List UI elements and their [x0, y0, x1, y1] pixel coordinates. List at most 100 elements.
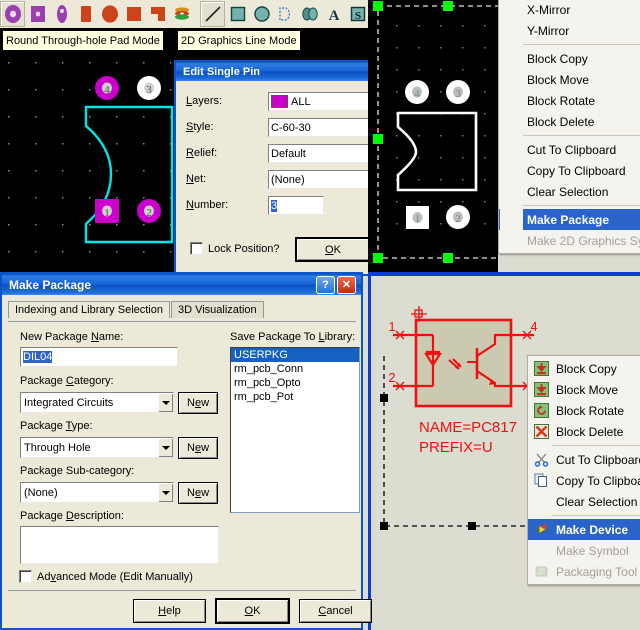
square-through-hole-pad-mode-button[interactable]	[26, 2, 49, 26]
relief-value: Default	[271, 147, 306, 160]
menu-separator	[552, 515, 640, 516]
package-subcategory-select[interactable]: (None)	[20, 482, 174, 503]
list-item[interactable]: USERPKG	[231, 348, 359, 362]
no-icon	[530, 493, 552, 511]
menu-item-clear-selection[interactable]: Clear Selection	[528, 491, 640, 512]
net-value: (None)	[271, 173, 305, 186]
smt-rect-pad-mode-button[interactable]	[74, 2, 97, 26]
tooltip-round-pad-mode: Round Through-hole Pad Mode	[2, 30, 164, 51]
menu-separator	[523, 135, 640, 136]
symbol-prefix-label: PREFIX=U	[419, 439, 493, 456]
pcb-selection-canvas[interactable]: 4 3 1 2	[368, 0, 498, 272]
symbol-name-label: NAME=PC817	[419, 419, 517, 436]
2d-graphics-line-mode-button[interactable]	[200, 1, 225, 27]
advanced-mode-checkbox[interactable]: Advanced Mode (Edit Manually)	[19, 570, 193, 583]
edit-pin-ok-button[interactable]: OK	[295, 237, 371, 262]
lock-position-box[interactable]	[190, 242, 203, 255]
svg-text:2: 2	[455, 213, 461, 225]
menu-label: Cut To Clipboard	[556, 452, 640, 467]
scissors-icon	[530, 451, 552, 469]
tab-3d-visualization[interactable]: 3D Visualization	[170, 301, 264, 318]
smt-poly-pad-mode-button[interactable]	[146, 2, 169, 26]
dil-pad-mode-button[interactable]	[50, 2, 73, 26]
menu-label: Block Rotate	[556, 403, 625, 418]
menu-item-copy-to-clipboard[interactable]: Copy To Clipboard	[528, 470, 640, 491]
2d-graphics-arc-mode-button[interactable]	[274, 2, 297, 26]
no-icon	[530, 542, 552, 560]
edit-pin-title: Edit Single Pin	[183, 65, 261, 78]
menu-label: X-Mirror	[527, 2, 571, 17]
new-package-subcategory-button[interactable]: New	[178, 482, 218, 504]
list-item[interactable]: rm_pcb_Pot	[231, 390, 359, 404]
menu-label: Make Device	[556, 522, 629, 537]
package-type-value: Through Hole	[24, 441, 91, 454]
menu-label: Copy To Clipboard	[527, 163, 626, 178]
package-type-select[interactable]: Through Hole	[20, 437, 174, 458]
net-field[interactable]: (None)	[268, 170, 384, 189]
symbol-body	[414, 318, 513, 408]
smt-square-pad-mode-button[interactable]	[122, 2, 145, 26]
advanced-mode-box[interactable]	[19, 570, 32, 583]
close-icon[interactable]: ✕	[337, 275, 356, 294]
package-description-textarea[interactable]	[20, 526, 219, 564]
number-value: 3	[271, 199, 278, 212]
schematic-handle-ml	[380, 394, 388, 402]
menu-label: Block Delete	[556, 424, 624, 439]
block-move-icon	[530, 381, 552, 399]
2d-graphics-path-mode-button[interactable]	[298, 2, 321, 26]
new-package-name-input[interactable]: DIL04	[20, 347, 178, 367]
menu-label: Clear Selection	[556, 494, 638, 509]
number-field[interactable]: 3	[268, 196, 324, 215]
menu-item-cut-to-clipboard[interactable]: Cut To Clipboard	[528, 449, 640, 470]
schematic-context-menu: Block Copy Block Move Block Rotate Block…	[527, 355, 640, 585]
tooltip-line-mode: 2D Graphics Line Mode	[177, 30, 301, 51]
save-package-to-library-label: Save Package To Library:	[230, 331, 356, 343]
menu-item-block-delete[interactable]: Block Delete	[528, 421, 640, 442]
make-package-titlebar: Make Package ? ✕	[2, 274, 361, 295]
selected-package-outline	[396, 111, 478, 192]
menu-item-packaging-tool: Packaging Tool	[528, 561, 640, 582]
new-package-category-button[interactable]: New	[178, 392, 218, 414]
list-item[interactable]: rm_pcb_Opto	[231, 376, 359, 390]
menu-item-block-move[interactable]: Block Move	[528, 379, 640, 400]
menu-label: Cut To Clipboard	[527, 142, 617, 157]
2d-graphics-circle-mode-button[interactable]	[250, 2, 273, 26]
menu-item-make-device[interactable]: Make Device	[528, 519, 640, 540]
net-label: Net:	[186, 173, 207, 185]
menu-label: Make Package	[527, 212, 610, 227]
new-package-type-button[interactable]: New	[178, 437, 218, 459]
chevron-down-icon[interactable]	[158, 438, 173, 457]
layers-field[interactable]: ALL	[268, 92, 384, 111]
menu-item-block-rotate[interactable]: Block Rotate	[528, 400, 640, 421]
round-through-hole-pad-mode-button[interactable]	[0, 1, 25, 27]
2d-graphics-text-mode-button[interactable]: A	[322, 2, 345, 26]
smt-circle-pad-mode-button[interactable]	[98, 2, 121, 26]
resize-handle-tl	[373, 1, 383, 11]
make-package-cancel-button[interactable]: Cancel	[299, 599, 372, 623]
package-category-label: Package Category:	[20, 375, 114, 387]
make-device-icon	[530, 521, 552, 539]
packaging-tool-icon	[530, 563, 552, 581]
menu-label: Block Rotate	[527, 93, 596, 108]
lock-position-checkbox[interactable]: Lock Position?	[190, 242, 280, 255]
library-listbox[interactable]: USERPKG rm_pcb_Conn rm_pcb_Opto rm_pcb_P…	[230, 347, 360, 513]
2d-graphics-box-mode-button[interactable]	[226, 2, 249, 26]
make-package-dialog: Make Package ? ✕ Indexing and Library Se…	[0, 272, 372, 630]
chevron-down-icon[interactable]	[158, 393, 173, 412]
help-action-button[interactable]: Help	[133, 599, 206, 623]
chevron-down-icon[interactable]	[158, 483, 173, 502]
menu-item-block-copy[interactable]: Block Copy	[528, 358, 640, 379]
help-button[interactable]: ?	[316, 275, 335, 294]
tab-indexing-and-library-selection[interactable]: Indexing and Library Selection	[8, 301, 170, 318]
menu-separator	[523, 205, 640, 206]
style-field[interactable]: C-60-30	[268, 118, 384, 137]
2d-graphics-symbol-mode-button[interactable]: S	[346, 2, 369, 26]
menu-label: Clear Selection	[527, 184, 609, 199]
list-item[interactable]: rm_pcb_Conn	[231, 362, 359, 376]
package-category-select[interactable]: Integrated Circuits	[20, 392, 174, 413]
padstack-mode-button[interactable]	[170, 2, 193, 26]
pcb-selection-graphics: 4 3 1 2	[373, 1, 498, 263]
make-package-ok-button[interactable]: OK	[215, 598, 290, 624]
relief-field[interactable]: Default	[268, 144, 384, 163]
package-subcategory-label: Package Sub-category:	[20, 465, 135, 477]
